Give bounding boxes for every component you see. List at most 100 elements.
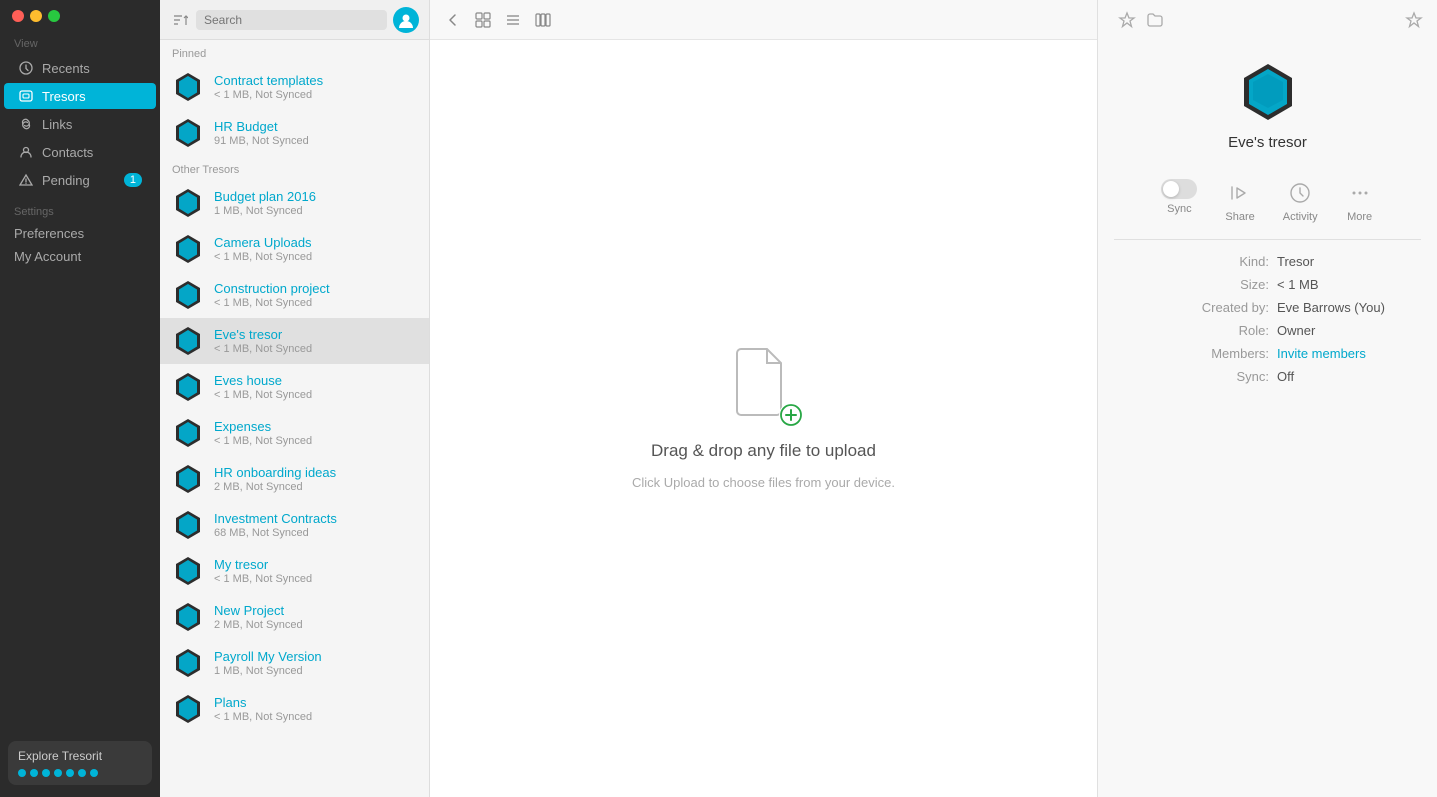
sync-status-value: Off [1277,369,1417,384]
share-label: Share [1225,211,1254,223]
tresor-meta: 91 MB, Not Synced [214,135,309,147]
list-item[interactable]: New Project 2 MB, Not Synced [160,594,429,640]
sync-action[interactable]: Sync [1161,179,1197,223]
columns-view-icon[interactable] [532,9,554,31]
list-item[interactable]: Camera Uploads < 1 MB, Not Synced [160,226,429,272]
share-icon [1226,179,1254,207]
created-by-value: Eve Barrows (You) [1277,300,1417,315]
more-icon [1346,179,1374,207]
list-item-selected[interactable]: Eve's tresor < 1 MB, Not Synced [160,318,429,364]
tresor-icon [172,187,204,219]
size-label: Size: [1179,277,1269,292]
tresors-label: Tresors [42,89,86,104]
list-item[interactable]: Construction project < 1 MB, Not Synced [160,272,429,318]
list-view-icon[interactable] [502,9,524,31]
sidebar-item-recents[interactable]: Recents [4,55,156,81]
share-action[interactable]: Share [1225,179,1254,223]
tresor-name: New Project [214,603,303,618]
tresor-meta: < 1 MB, Not Synced [214,89,323,101]
main-toolbar [430,0,1097,40]
contacts-icon [18,144,34,160]
minimize-button[interactable] [30,10,42,22]
detail-actions: Sync Share Activity More [1114,167,1421,240]
drop-title: Drag & drop any file to upload [651,441,876,461]
sidebar-item-tresors[interactable]: Tresors [4,83,156,109]
close-button[interactable] [12,10,24,22]
tresor-icon [172,509,204,541]
activity-action[interactable]: Activity [1283,179,1318,223]
sidebar-item-account[interactable]: My Account [0,245,160,268]
drop-subtitle: Click Upload to choose files from your d… [632,475,895,490]
tresor-name: Contract templates [214,73,323,88]
sidebar-item-preferences[interactable]: Preferences [0,222,160,245]
pin-icon[interactable] [1116,9,1138,31]
tresor-meta: 68 MB, Not Synced [214,527,337,539]
tresor-meta: < 1 MB, Not Synced [214,251,312,263]
tresor-meta: < 1 MB, Not Synced [214,297,330,309]
tresor-meta: < 1 MB, Not Synced [214,389,312,401]
detail-meta: Kind: Tresor Size: < 1 MB Created by: Ev… [1098,240,1437,406]
tresor-info: New Project 2 MB, Not Synced [214,603,303,631]
invite-members-link[interactable]: Invite members [1277,346,1417,361]
list-item[interactable]: Plans < 1 MB, Not Synced [160,686,429,732]
tresors-icon [18,88,34,104]
list-item[interactable]: My tresor < 1 MB, Not Synced [160,548,429,594]
sort-icon[interactable] [170,10,190,30]
sync-label: Sync [1167,203,1191,215]
sidebar-item-pending[interactable]: Pending 1 [4,167,156,193]
tresor-meta: 1 MB, Not Synced [214,205,316,217]
tresor-meta: < 1 MB, Not Synced [214,573,312,585]
tresor-icon [172,233,204,265]
size-value: < 1 MB [1277,277,1417,292]
preferences-label: Preferences [14,226,84,241]
tresor-icon [172,463,204,495]
kind-label: Kind: [1179,254,1269,269]
view-section-label: View [0,30,160,54]
sidebar-item-contacts[interactable]: Contacts [4,139,156,165]
explore-tresorit-button[interactable]: Explore Tresorit [8,741,152,785]
more-action[interactable]: More [1346,179,1374,223]
tresor-icon [172,693,204,725]
file-panel: Pinned Contract templates < 1 MB, Not Sy… [160,0,430,797]
list-item[interactable]: Eves house < 1 MB, Not Synced [160,364,429,410]
list-item[interactable]: HR Budget 91 MB, Not Synced [160,110,429,156]
tresor-name: My tresor [214,557,312,572]
sync-status-label: Sync: [1179,369,1269,384]
tresor-name: Eves house [214,373,312,388]
tresor-meta: 2 MB, Not Synced [214,619,303,631]
list-item[interactable]: Contract templates < 1 MB, Not Synced [160,64,429,110]
list-item[interactable]: Payroll My Version 1 MB, Not Synced [160,640,429,686]
back-button[interactable] [442,9,464,31]
explore-label: Explore Tresorit [18,749,142,763]
grid-view-icon[interactable] [472,9,494,31]
sidebar: View Recents Tresors Links Contacts Pend… [0,0,160,797]
list-item[interactable]: Expenses < 1 MB, Not Synced [160,410,429,456]
tresor-meta: 2 MB, Not Synced [214,481,336,493]
tresor-name: HR onboarding ideas [214,465,336,480]
tresor-icon [172,601,204,633]
maximize-button[interactable] [48,10,60,22]
tresor-name: Investment Contracts [214,511,337,526]
sync-toggle-knob [1163,181,1179,197]
star-icon[interactable] [1403,9,1425,31]
tresor-info: Eves house < 1 MB, Not Synced [214,373,312,401]
tresor-icon [172,325,204,357]
sync-toggle[interactable] [1161,179,1197,199]
user-avatar[interactable] [393,7,419,33]
tresor-info: Camera Uploads < 1 MB, Not Synced [214,235,312,263]
tresor-icon [172,279,204,311]
kind-value: Tresor [1277,254,1417,269]
tresor-icon [172,71,204,103]
tresor-icon [172,417,204,449]
meta-row-role: Role: Owner [1118,323,1417,338]
detail-hero: Eve's tresor [1098,40,1437,167]
search-input[interactable] [196,10,387,30]
list-item[interactable]: Budget plan 2016 1 MB, Not Synced [160,180,429,226]
sidebar-item-links[interactable]: Links [4,111,156,137]
tresor-info: Contract templates < 1 MB, Not Synced [214,73,323,101]
detail-tresor-icon [1236,60,1300,124]
list-item[interactable]: HR onboarding ideas 2 MB, Not Synced [160,456,429,502]
folder-icon[interactable] [1144,9,1166,31]
list-item[interactable]: Investment Contracts 68 MB, Not Synced [160,502,429,548]
tresor-info: HR onboarding ideas 2 MB, Not Synced [214,465,336,493]
